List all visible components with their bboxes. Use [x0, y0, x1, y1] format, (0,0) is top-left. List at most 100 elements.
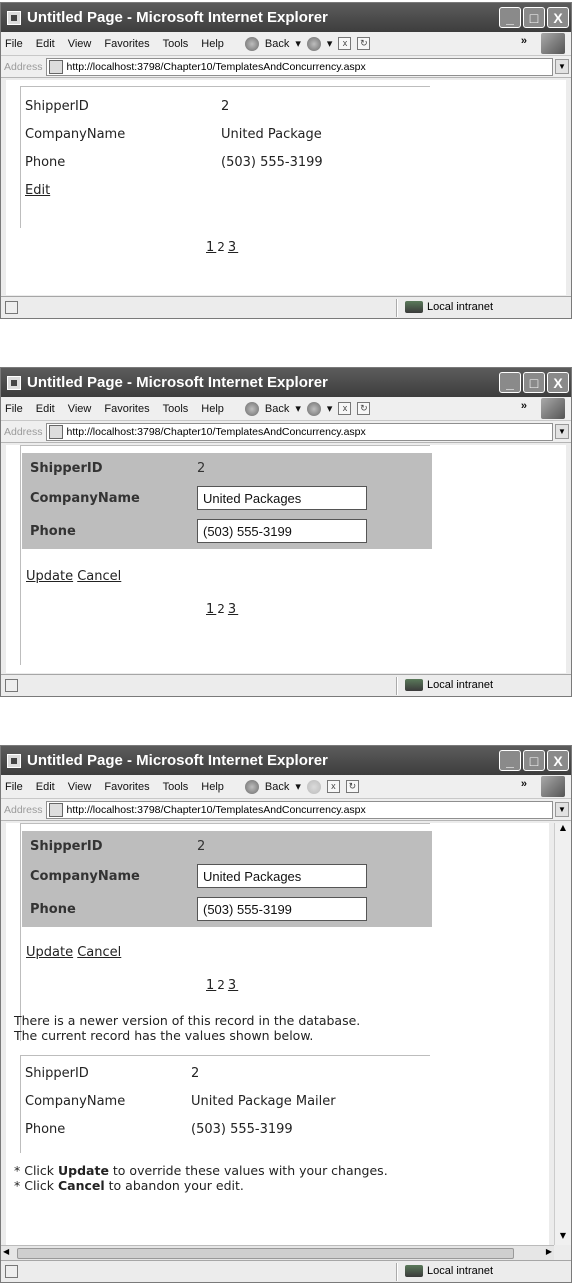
page-link-1[interactable]: 1 — [206, 602, 216, 617]
back-dropdown-icon[interactable]: ▾ — [295, 402, 301, 415]
scroll-right-icon[interactable]: ▶ — [546, 1247, 552, 1256]
menu-tools[interactable]: Tools — [163, 403, 189, 415]
refresh-icon[interactable]: ↻ — [345, 780, 359, 793]
status-divider — [396, 1263, 398, 1281]
back-arrow-icon[interactable] — [244, 779, 259, 794]
page-link-3[interactable]: 3 — [228, 602, 238, 617]
company-label: CompanyName — [30, 868, 140, 884]
address-input[interactable]: http://localhost:3798/Chapter10/Template… — [45, 57, 553, 76]
scroll-down-icon[interactable]: ▼ — [555, 1231, 571, 1245]
maximize-button[interactable]: □ — [523, 750, 545, 771]
menu-file[interactable]: File — [5, 38, 23, 50]
scroll-thumb[interactable] — [17, 1248, 514, 1259]
menu-view[interactable]: View — [68, 38, 92, 50]
page-current-2: 2 — [217, 978, 227, 992]
scroll-up-icon[interactable]: ▲ — [555, 823, 571, 837]
window-title: Untitled Page - Microsoft Internet Explo… — [27, 374, 328, 391]
address-bar: Address http://localhost:3798/Chapter10/… — [1, 799, 571, 821]
field-label: CompanyName — [25, 1093, 126, 1109]
browser-window-1: Untitled Page - Microsoft Internet Explo… — [0, 2, 572, 319]
current-record-view: ShipperID 2 CompanyName United Package M… — [21, 1059, 391, 1143]
address-dropdown-icon[interactable]: ▼ — [555, 59, 569, 74]
menu-favorites[interactable]: Favorites — [104, 781, 149, 793]
page-link-1[interactable]: 1 — [206, 240, 216, 255]
menu-help[interactable]: Help — [201, 403, 224, 415]
address-input[interactable]: http://localhost:3798/Chapter10/Template… — [45, 800, 553, 819]
hint-cancel: * Click Cancel to abandon your edit. — [14, 1178, 388, 1193]
minimize-button[interactable]: _ — [499, 372, 521, 393]
back-dropdown-icon[interactable]: ▾ — [295, 37, 301, 50]
page-current-2: 2 — [217, 240, 227, 254]
close-button[interactable]: X — [547, 372, 569, 393]
close-button[interactable]: X — [547, 750, 569, 771]
id-value: 2 — [197, 838, 206, 854]
forward-arrow-icon[interactable] — [306, 779, 321, 794]
menu-view[interactable]: View — [68, 781, 92, 793]
refresh-icon[interactable]: ↻ — [357, 402, 371, 415]
toolbar-overflow-chevron[interactable]: » — [521, 778, 527, 790]
page-link-3[interactable]: 3 — [228, 240, 238, 255]
forward-arrow-icon[interactable] — [306, 401, 321, 416]
page-link-1[interactable]: 1 — [206, 978, 216, 993]
menu-edit[interactable]: Edit — [36, 781, 55, 793]
security-zone: Local intranet — [405, 1265, 493, 1277]
horizontal-scrollbar[interactable]: ◀ ▶ — [1, 1245, 554, 1261]
title-bar[interactable]: Untitled Page - Microsoft Internet Explo… — [1, 746, 571, 775]
menu-favorites[interactable]: Favorites — [104, 38, 149, 50]
cancel-link[interactable]: Cancel — [77, 569, 121, 584]
back-button[interactable]: Back — [265, 781, 289, 793]
forward-arrow-icon[interactable] — [306, 36, 321, 51]
windows-logo-icon — [541, 398, 565, 419]
back-arrow-icon[interactable] — [244, 401, 259, 416]
title-bar[interactable]: Untitled Page - Microsoft Internet Explo… — [1, 368, 571, 397]
back-button[interactable]: Back — [265, 38, 289, 50]
minimize-button[interactable]: _ — [499, 7, 521, 28]
update-link[interactable]: Update — [26, 569, 73, 584]
company-name-input[interactable] — [197, 486, 367, 510]
address-dropdown-icon[interactable]: ▼ — [555, 802, 569, 817]
refresh-icon[interactable]: ↻ — [357, 37, 371, 50]
update-link[interactable]: Update — [26, 945, 73, 960]
scroll-left-icon[interactable]: ◀ — [3, 1247, 9, 1256]
table-row: ShipperID 2 — [22, 831, 432, 861]
table-row: Phone (503) 555-3199 — [21, 1115, 391, 1143]
maximize-button[interactable]: □ — [523, 372, 545, 393]
title-bar[interactable]: Untitled Page - Microsoft Internet Explo… — [1, 3, 571, 32]
back-arrow-icon[interactable] — [244, 36, 259, 51]
menu-help[interactable]: Help — [201, 781, 224, 793]
back-dropdown-icon[interactable]: ▾ — [295, 780, 301, 793]
phone-input[interactable] — [197, 519, 367, 543]
forward-dropdown-icon[interactable]: ▾ — [327, 402, 333, 415]
close-button[interactable]: X — [547, 7, 569, 28]
edit-link[interactable]: Edit — [25, 183, 50, 198]
stop-icon[interactable]: x — [338, 402, 352, 415]
maximize-button[interactable]: □ — [523, 7, 545, 28]
menu-edit[interactable]: Edit — [36, 38, 55, 50]
address-input[interactable]: http://localhost:3798/Chapter10/Template… — [45, 422, 553, 441]
table-row: CompanyName — [22, 861, 432, 891]
toolbar-overflow-chevron[interactable]: » — [521, 35, 527, 47]
ie-page-icon — [7, 375, 21, 390]
menu-file[interactable]: File — [5, 781, 23, 793]
menu-file[interactable]: File — [5, 403, 23, 415]
menu-tools[interactable]: Tools — [163, 38, 189, 50]
field-value: (503) 555-3199 — [221, 154, 323, 170]
address-dropdown-icon[interactable]: ▼ — [555, 424, 569, 439]
menu-help[interactable]: Help — [201, 38, 224, 50]
toolbar-overflow-chevron[interactable]: » — [521, 400, 527, 412]
back-button[interactable]: Back — [265, 403, 289, 415]
menu-tools[interactable]: Tools — [163, 781, 189, 793]
phone-input[interactable] — [197, 897, 367, 921]
stop-icon[interactable]: x — [338, 37, 352, 50]
menu-edit[interactable]: Edit — [36, 403, 55, 415]
forward-dropdown-icon[interactable]: ▾ — [327, 37, 333, 50]
menu-view[interactable]: View — [68, 403, 92, 415]
page-link-3[interactable]: 3 — [228, 978, 238, 993]
menu-favorites[interactable]: Favorites — [104, 403, 149, 415]
table-row: ShipperID 2 — [21, 1059, 391, 1087]
minimize-button[interactable]: _ — [499, 750, 521, 771]
stop-icon[interactable]: x — [326, 780, 340, 793]
company-name-input[interactable] — [197, 864, 367, 888]
cancel-link[interactable]: Cancel — [77, 945, 121, 960]
vertical-scrollbar[interactable]: ▲ ▼ — [554, 823, 571, 1245]
